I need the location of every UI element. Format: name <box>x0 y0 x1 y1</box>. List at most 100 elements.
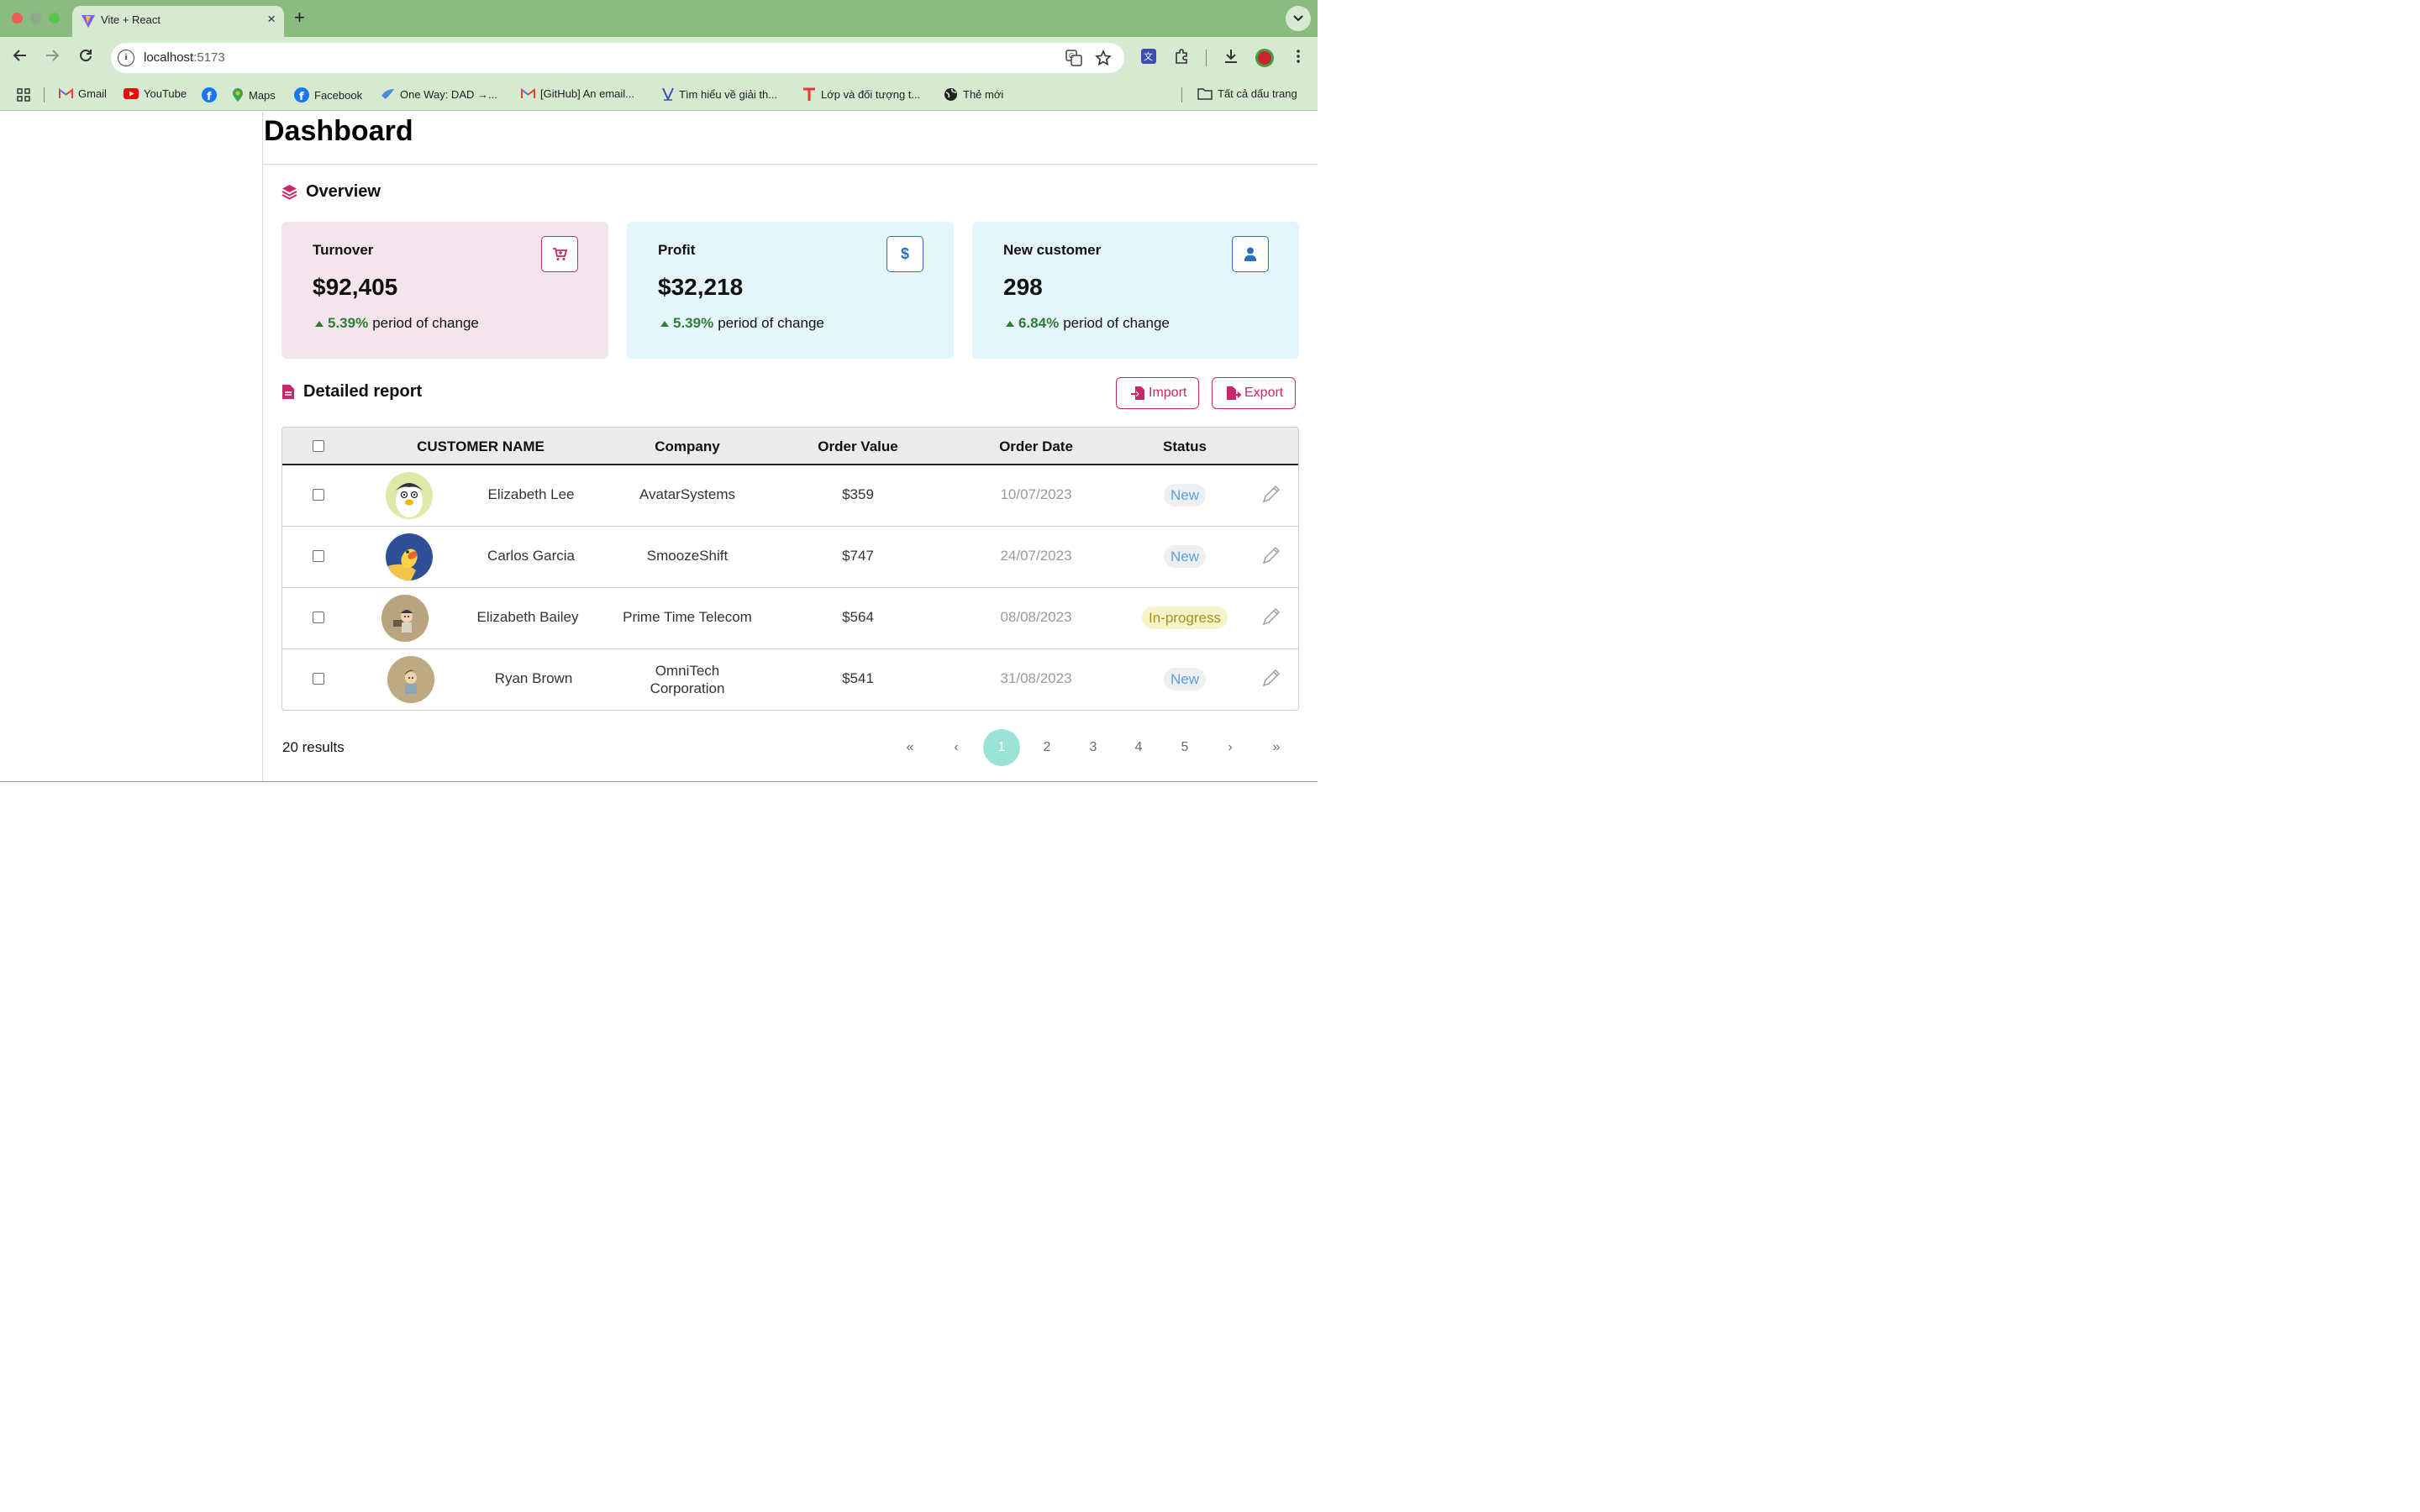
up-arrow-icon <box>660 320 669 327</box>
bookmark-facebook[interactable]: f Facebook <box>294 87 362 102</box>
download-icon[interactable] <box>1223 48 1239 65</box>
profit-card: Profit $32,218 5.39% period of change $ <box>627 222 954 359</box>
gmail-icon <box>59 88 73 98</box>
extensions-puzzle-icon[interactable] <box>1174 48 1191 65</box>
bookmark-the-moi[interactable]: Thẻ mới <box>944 87 1003 102</box>
address-bar[interactable]: i localhost:5173 G <box>111 43 1124 73</box>
cart-icon <box>553 247 567 260</box>
bookmark-facebook-icon-only[interactable]: f <box>202 87 217 102</box>
user-icon <box>1244 247 1256 261</box>
results-count: 20 results <box>282 739 345 755</box>
column-header-order-date[interactable]: Order Date <box>999 438 1073 455</box>
column-header-customer[interactable]: CUSTOMER NAME <box>417 438 544 455</box>
column-header-status[interactable]: Status <box>1163 438 1207 455</box>
import-button[interactable]: Import <box>1116 377 1200 409</box>
bookmark-maps[interactable]: Maps <box>232 87 276 102</box>
select-all-checkbox[interactable] <box>313 440 324 452</box>
bookmark-github-email[interactable]: [GitHub] An email... <box>521 87 634 100</box>
site-info-icon[interactable]: i <box>118 50 134 66</box>
pagination-page-1[interactable]: 1 <box>983 729 1020 766</box>
customer-name: Ryan Brown <box>494 670 573 686</box>
pagination-next[interactable]: › <box>1212 729 1249 766</box>
pagination-page-3[interactable]: 3 <box>1075 729 1112 766</box>
status-badge: New <box>1163 484 1207 507</box>
svg-text:G: G <box>1069 52 1074 60</box>
forward-button[interactable] <box>42 48 62 67</box>
column-header-company[interactable]: Company <box>655 438 719 455</box>
status-badge: In-progress <box>1142 606 1228 629</box>
turnover-card: Turnover $92,405 5.39% period of change <box>281 222 608 359</box>
layers-icon <box>281 185 297 200</box>
pencil-icon[interactable] <box>1261 545 1281 565</box>
bookmark-tim-hieu[interactable]: Tìm hiểu về giải th... <box>662 87 777 101</box>
pagination-prev[interactable]: ‹ <box>938 729 975 766</box>
order-date: 31/08/2023 <box>1000 670 1072 686</box>
pagination-page-5[interactable]: 5 <box>1166 729 1203 766</box>
order-date: 08/08/2023 <box>1000 609 1072 625</box>
company-name: Prime Time Telecom <box>623 609 752 625</box>
tab-search-button[interactable] <box>1286 6 1311 31</box>
avatar <box>386 533 433 580</box>
row-checkbox[interactable] <box>313 673 324 685</box>
up-arrow-icon <box>1006 320 1014 327</box>
table-row: Ryan Brown OmniTech Corporation $541 31/… <box>282 649 1298 710</box>
customer-name: Elizabeth Lee <box>487 486 575 502</box>
more-menu-icon[interactable] <box>1290 48 1307 65</box>
row-checkbox[interactable] <box>313 550 324 562</box>
pencil-icon[interactable] <box>1261 484 1281 504</box>
report-table: CUSTOMER NAME Company Order Value Order … <box>281 427 1299 711</box>
back-button[interactable] <box>10 48 30 67</box>
row-checkbox[interactable] <box>313 612 324 623</box>
order-value: $747 <box>842 548 874 564</box>
table-row: Carlos Garcia SmoozeShift $747 24/07/202… <box>282 527 1298 588</box>
card-change: 5.39% period of change <box>313 315 479 332</box>
card-change: 6.84% period of change <box>1003 315 1170 332</box>
browser-tab[interactable]: Vite + React × <box>72 6 284 37</box>
card-label: New customer <box>1003 242 1102 258</box>
apps-grid-icon[interactable] <box>17 88 30 102</box>
bookmark-lop-doi-tuong[interactable]: Lớp và đối tượng t... <box>802 87 920 102</box>
order-date: 24/07/2023 <box>1000 548 1072 564</box>
pencil-icon[interactable] <box>1261 606 1281 627</box>
avatar <box>386 472 433 519</box>
close-tab-icon[interactable]: × <box>267 11 276 28</box>
bookmarks-bar: Gmail YouTube f Maps f Facebook One Way:… <box>0 79 1318 111</box>
bird-icon <box>381 89 394 99</box>
report-title: Detailed report <box>303 382 423 401</box>
close-window-button[interactable] <box>12 13 23 24</box>
translate-icon[interactable]: G <box>1065 50 1082 66</box>
card-icon-box <box>541 236 578 272</box>
extension-translate-icon[interactable]: 文 <box>1140 48 1157 65</box>
customer-name: Elizabeth Bailey <box>476 609 579 625</box>
overview-title: Overview <box>306 182 381 201</box>
new-tab-button[interactable]: + <box>294 7 305 29</box>
pagination-last[interactable]: » <box>1258 729 1295 766</box>
company-name: OmniTech Corporation <box>650 663 725 696</box>
bookmark-gmail[interactable]: Gmail <box>59 87 107 100</box>
profile-avatar[interactable] <box>1255 49 1274 67</box>
all-bookmarks-folder[interactable]: Tất cả dấu trang <box>1197 87 1297 100</box>
tab-title: Vite + React <box>101 13 160 26</box>
card-value: $32,218 <box>658 274 744 300</box>
pagination-page-4[interactable]: 4 <box>1120 729 1157 766</box>
url-text[interactable]: localhost:5173 <box>144 50 225 65</box>
bookmark-youtube[interactable]: YouTube <box>124 87 187 100</box>
card-icon-box: $ <box>886 236 923 272</box>
customer-name: Carlos Garcia <box>487 548 575 564</box>
sidebar <box>0 112 263 781</box>
svg-text:文: 文 <box>1144 50 1153 62</box>
pagination-first[interactable]: « <box>892 729 929 766</box>
maximize-window-button[interactable] <box>49 13 60 24</box>
pagination-page-2[interactable]: 2 <box>1028 729 1065 766</box>
reload-button[interactable] <box>76 48 96 67</box>
status-badge: New <box>1163 545 1207 568</box>
card-label: Turnover <box>313 242 374 258</box>
forward-arrow-icon <box>46 50 60 61</box>
column-header-order-value[interactable]: Order Value <box>818 438 897 455</box>
minimize-window-button[interactable] <box>30 13 41 24</box>
star-icon[interactable] <box>1095 50 1112 66</box>
bookmark-one-way[interactable]: One Way: DAD →... <box>381 87 497 101</box>
pencil-icon[interactable] <box>1261 668 1281 688</box>
export-button[interactable]: Export <box>1212 377 1297 409</box>
row-checkbox[interactable] <box>313 489 324 501</box>
